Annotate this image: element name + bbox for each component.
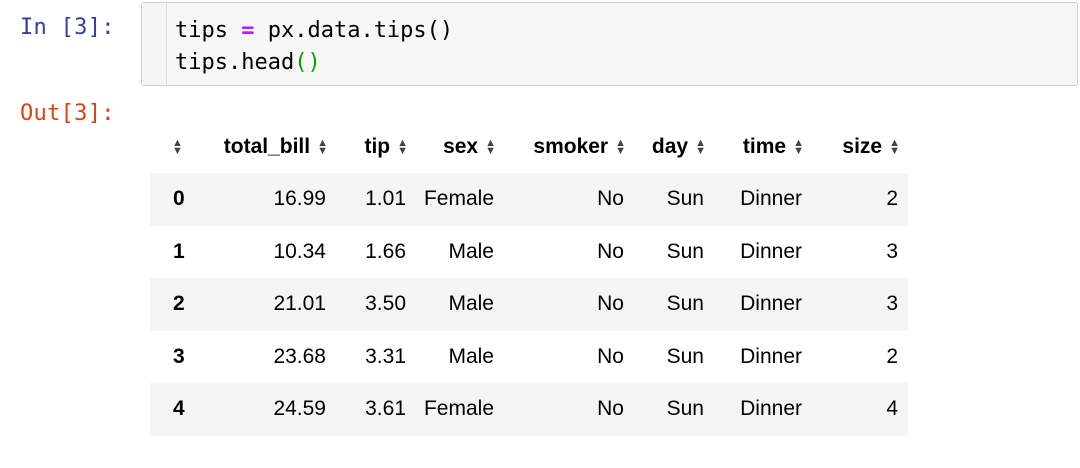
- code-token: px.data.tips(): [254, 18, 454, 43]
- column-header-label: size: [842, 135, 883, 158]
- column-header[interactable]: time ▲ ▼: [714, 121, 812, 173]
- table-cell: 10.34: [273, 239, 326, 263]
- assign-operator: =: [241, 18, 255, 43]
- table-cell: No: [597, 187, 624, 211]
- call-parens: (): [294, 50, 321, 75]
- table-cell: Dinner: [740, 344, 802, 368]
- table-cell: 3: [886, 239, 898, 263]
- column-header[interactable]: size ▲ ▼: [812, 121, 908, 173]
- table-cell: Female: [423, 187, 494, 211]
- table-cell: 3.31: [365, 344, 406, 368]
- column-header[interactable]: total_bill ▲ ▼: [206, 121, 336, 173]
- code-editor[interactable]: tips = px.data.tips() tips.head(): [175, 15, 453, 79]
- column-header-label: tip: [364, 135, 391, 158]
- sort-icon: ▲ ▼: [172, 137, 183, 158]
- input-prompt: In [3]:: [20, 15, 115, 40]
- column-header[interactable]: tip ▲ ▼: [336, 121, 416, 173]
- code-line-1: tips = px.data.tips(): [175, 15, 453, 47]
- table-cell: 3.61: [365, 397, 406, 421]
- table-cell: No: [597, 292, 624, 316]
- sort-icon: ▲ ▼: [615, 137, 626, 158]
- table-cell: 1.01: [365, 187, 406, 211]
- table-cell: 3: [886, 292, 898, 316]
- sort-icon: ▲ ▼: [695, 137, 706, 158]
- column-header[interactable]: sex ▲ ▼: [416, 121, 504, 173]
- code-line-2: tips.head(): [175, 47, 453, 79]
- table-cell: 4: [886, 397, 898, 421]
- sort-icon: ▲ ▼: [793, 137, 804, 158]
- table-cell: Sun: [666, 344, 704, 368]
- table-cell: Dinner: [740, 239, 802, 263]
- table-cell: No: [597, 344, 624, 368]
- column-header-label: day: [651, 135, 689, 158]
- column-header-label: time: [742, 135, 787, 158]
- index-header[interactable]: ▲ ▼: [150, 121, 206, 173]
- table-row: 2 21.01 3.50 Male No Sun Dinner 3: [150, 278, 908, 331]
- sort-icon: ▲ ▼: [397, 137, 408, 158]
- code-cell[interactable]: tips = px.data.tips() tips.head(): [141, 2, 1078, 86]
- table-cell: 3.50: [365, 292, 406, 316]
- table-cell: No: [597, 397, 624, 421]
- table-cell: No: [597, 239, 624, 263]
- table-cell: Male: [448, 344, 494, 368]
- table-cell: Female: [423, 397, 494, 421]
- table-cell: Dinner: [740, 397, 802, 421]
- row-index: 0: [173, 187, 185, 211]
- table-cell: 16.99: [273, 187, 326, 211]
- row-index: 3: [173, 344, 185, 368]
- table-row: 1 10.34 1.66 Male No Sun Dinner 3: [150, 226, 908, 279]
- column-header[interactable]: smoker ▲ ▼: [504, 121, 634, 173]
- table-cell: Sun: [666, 239, 704, 263]
- table-cell: Sun: [666, 187, 704, 211]
- row-index: 4: [173, 397, 185, 421]
- sort-icon: ▲ ▼: [485, 137, 496, 158]
- sort-icon: ▲ ▼: [889, 137, 900, 158]
- column-header-label: total_bill: [223, 135, 311, 158]
- table-cell: Dinner: [740, 292, 802, 316]
- table-cell: Male: [448, 292, 494, 316]
- dataframe-table: ▲ ▼ total_bill ▲ ▼ tip ▲ ▼ sex ▲ ▼ smoker ▲ ▼ day…: [150, 121, 908, 436]
- table-cell: 21.01: [273, 292, 326, 316]
- table-cell: Sun: [666, 397, 704, 421]
- row-index: 2: [173, 292, 185, 316]
- table-row: 4 24.59 3.61 Female No Sun Dinner 4: [150, 383, 908, 436]
- code-cell-gutter: [142, 3, 167, 85]
- table-cell: 24.59: [273, 397, 326, 421]
- output-prompt: Out[3]:: [20, 101, 115, 126]
- column-header-label: sex: [443, 135, 479, 158]
- row-index: 1: [173, 239, 185, 263]
- table-cell: 2: [886, 344, 898, 368]
- code-token: tips.head: [175, 50, 295, 75]
- table-header-row: ▲ ▼ total_bill ▲ ▼ tip ▲ ▼ sex ▲ ▼ smoker ▲ ▼ day…: [150, 121, 908, 173]
- table-cell: 2: [886, 187, 898, 211]
- column-header[interactable]: day ▲ ▼: [634, 121, 714, 173]
- table-cell: 1.66: [365, 239, 406, 263]
- table-cell: Sun: [666, 292, 704, 316]
- table-row: 0 16.99 1.01 Female No Sun Dinner 2: [150, 173, 908, 226]
- column-header-label: smoker: [533, 135, 609, 158]
- sort-icon: ▲ ▼: [317, 137, 328, 158]
- table-cell: 23.68: [273, 344, 326, 368]
- table-cell: Male: [448, 239, 494, 263]
- table-cell: Dinner: [740, 187, 802, 211]
- code-token: tips: [175, 18, 242, 43]
- table-row: 3 23.68 3.31 Male No Sun Dinner 2: [150, 331, 908, 384]
